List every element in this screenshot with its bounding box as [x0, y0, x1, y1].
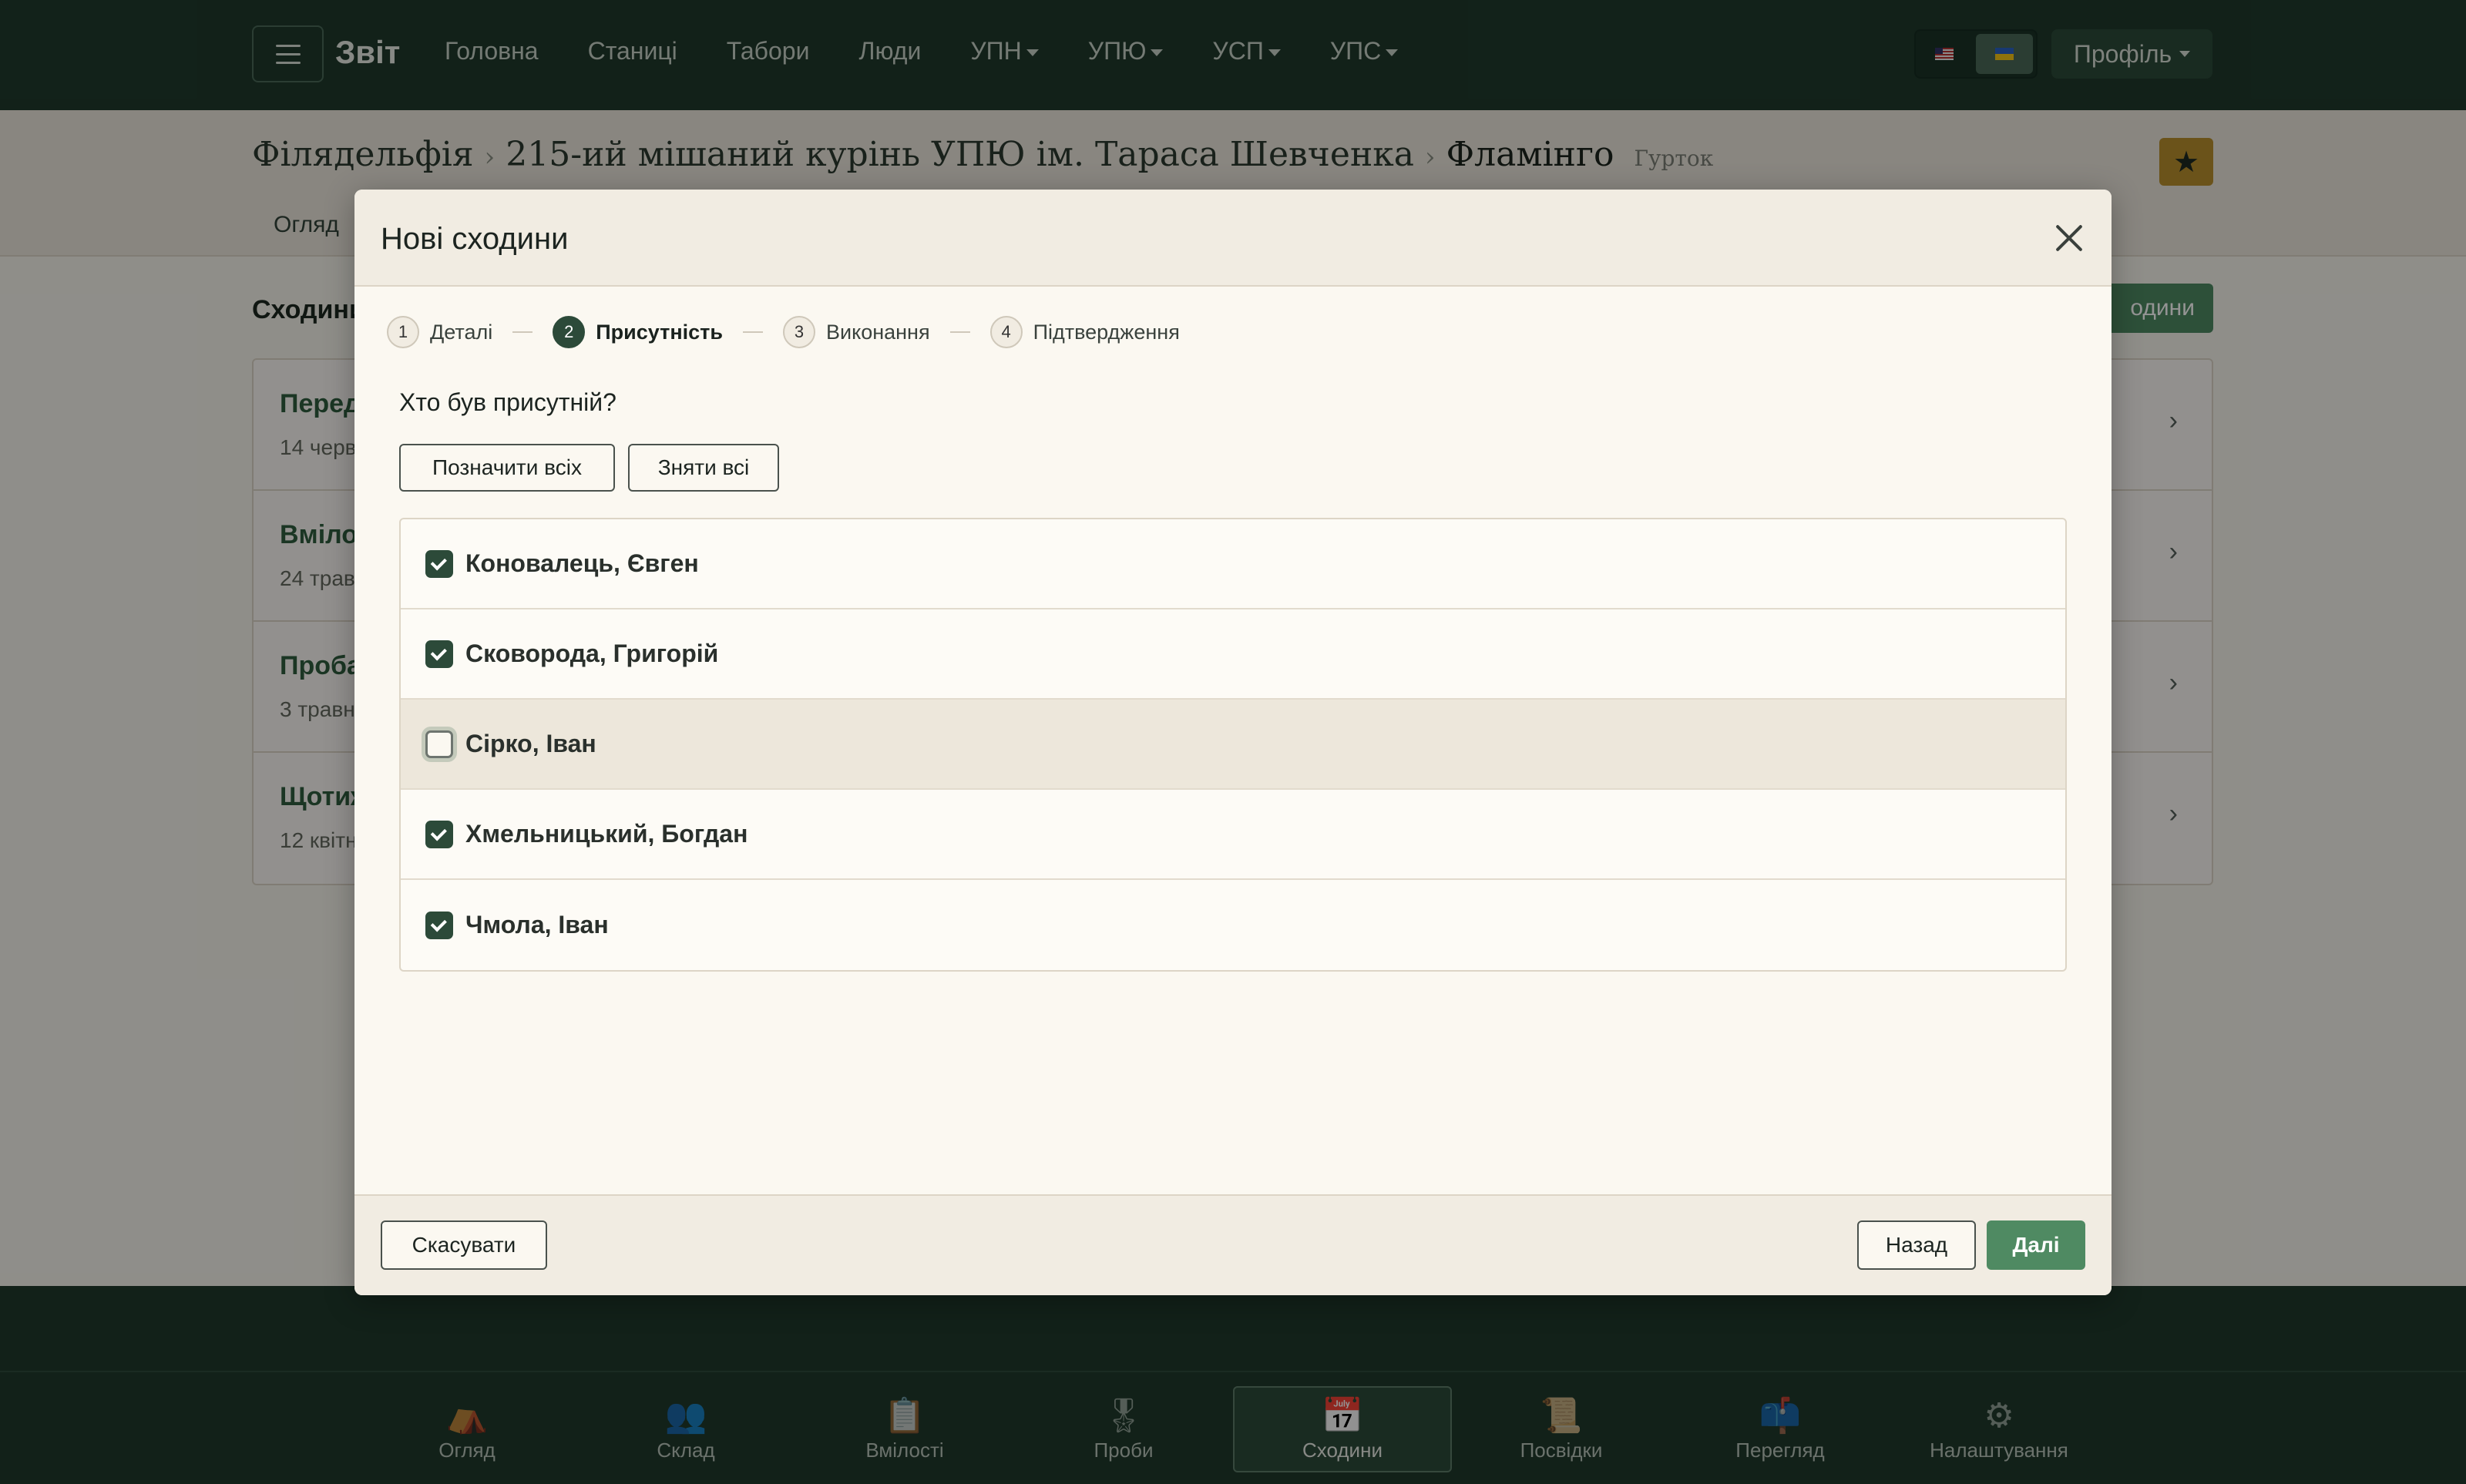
list-item[interactable]: Коновалець, Євген [401, 519, 2065, 609]
step-confirmation[interactable]: 4 Підтвердження [989, 316, 1180, 348]
person-name: Коновалець, Євген [465, 549, 699, 577]
next-button[interactable]: Далі [1987, 1220, 2085, 1270]
step-label: Підтвердження [1033, 320, 1180, 344]
new-meeting-modal: Нові сходини 1 Деталі 2 Присутність 3 Ви… [354, 190, 2112, 1295]
list-item[interactable]: Хмельницький, Богдан [401, 790, 2065, 880]
attendance-checkbox[interactable] [425, 730, 453, 758]
person-name: Чмола, Іван [465, 911, 609, 938]
cancel-button[interactable]: Скасувати [381, 1220, 547, 1270]
wizard-steps: 1 Деталі 2 Присутність 3 Виконання 4 Під… [387, 316, 1180, 348]
list-item[interactable]: Сковорода, Григорій [401, 609, 2065, 700]
modal-title: Нові сходини [381, 222, 569, 256]
step-divider [742, 331, 763, 333]
select-all-button[interactable]: Позначити всіх [399, 444, 615, 492]
step-attendance[interactable]: 2 Присутність [553, 316, 723, 348]
step-details[interactable]: 1 Деталі [387, 316, 492, 348]
step-label: Присутність [596, 320, 723, 344]
person-name: Хмельницький, Богдан [465, 820, 748, 848]
step-label: Деталі [430, 320, 493, 344]
step-divider [512, 331, 533, 333]
step-number: 4 [989, 316, 1023, 348]
close-icon[interactable] [2050, 219, 2088, 257]
attendance-question: Хто був присутній? [399, 388, 616, 416]
attendance-checkbox[interactable] [425, 640, 453, 668]
attendance-checkbox[interactable] [425, 911, 453, 939]
back-button[interactable]: Назад [1857, 1220, 1976, 1270]
person-name: Сірко, Іван [465, 730, 596, 757]
clear-all-button[interactable]: Зняти всі [628, 444, 779, 492]
step-number: 2 [553, 316, 586, 348]
attendance-checkbox[interactable] [425, 820, 453, 848]
attendance-checkbox[interactable] [425, 549, 453, 578]
list-item[interactable]: Сірко, Іван [401, 700, 2065, 790]
step-number: 1 [387, 316, 419, 348]
step-number: 3 [782, 316, 815, 348]
step-completion[interactable]: 3 Виконання [782, 316, 930, 348]
attendance-list: Коновалець, Євген Сковорода, Григорій Сі… [399, 518, 2067, 972]
person-name: Сковорода, Григорій [465, 640, 719, 667]
step-divider [949, 331, 970, 333]
modal-footer: Скасувати Назад Далі [354, 1194, 2112, 1295]
step-label: Виконання [825, 320, 930, 344]
list-item[interactable]: Чмола, Іван [401, 880, 2065, 970]
modal-header: Нові сходини [354, 190, 2112, 287]
